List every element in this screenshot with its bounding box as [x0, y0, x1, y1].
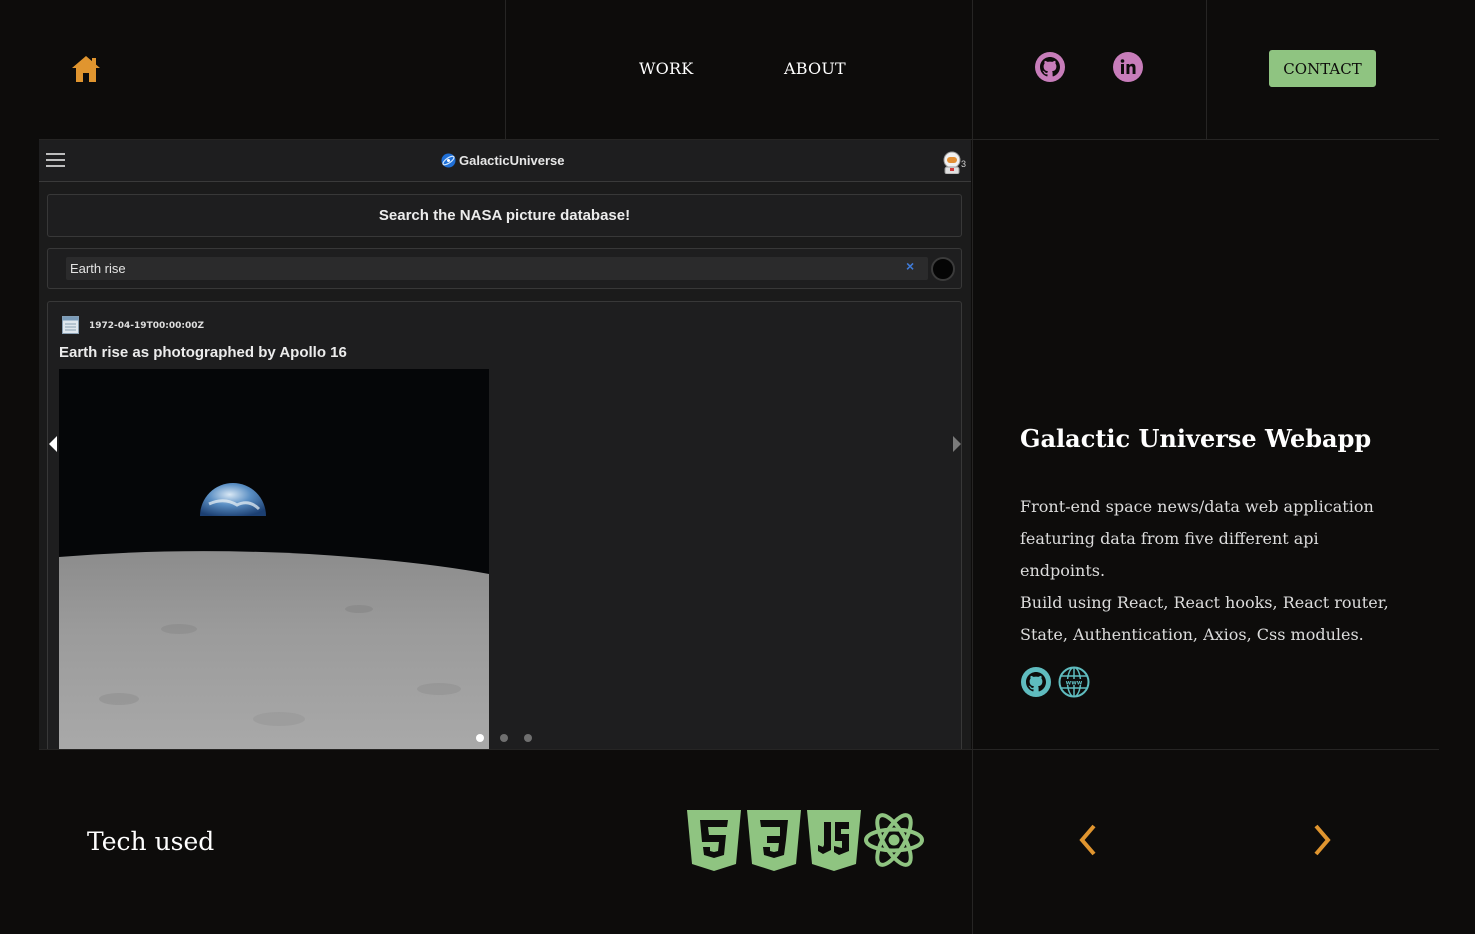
document-icon: [62, 316, 79, 334]
javascript-icon: [807, 810, 861, 871]
home-icon[interactable]: [70, 53, 102, 85]
tech-used-label: Tech used: [87, 827, 215, 856]
earthrise-photo: [59, 369, 489, 749]
search-input[interactable]: [66, 257, 928, 280]
project-title: Galactic Universe Webapp: [1020, 424, 1372, 453]
search-bar: ×: [47, 248, 962, 289]
github-repo-icon[interactable]: [1020, 666, 1052, 698]
github-icon[interactable]: [1034, 51, 1066, 83]
project-preview: GalacticUniverse 3 Search the NASA pictu…: [39, 140, 971, 749]
carousel-dot[interactable]: [500, 734, 508, 742]
nav-work-link[interactable]: WORK: [639, 59, 693, 78]
search-heading: Search the NASA picture database!: [47, 194, 962, 237]
menu-icon[interactable]: [46, 153, 65, 169]
result-card: 1972-04-19T00:00:00Z Earth rise as photo…: [47, 301, 962, 749]
globe-website-icon[interactable]: www: [1058, 666, 1090, 698]
react-icon: [864, 813, 924, 867]
next-project-icon[interactable]: [1310, 822, 1334, 858]
divider: [505, 0, 506, 140]
project-tech-description: Build using React, React hooks, React ro…: [1020, 593, 1389, 612]
app-bar: GalacticUniverse 3: [39, 140, 971, 182]
search-submit-button[interactable]: [931, 257, 955, 281]
clear-search-icon[interactable]: ×: [906, 258, 914, 274]
css3-icon: [747, 810, 801, 871]
result-date: 1972-04-19T00:00:00Z: [89, 321, 205, 331]
project-description: Front-end space news/data web applicatio…: [1020, 497, 1374, 516]
carousel-dot[interactable]: [476, 734, 484, 742]
divider: [972, 0, 973, 934]
carousel-next-icon[interactable]: [952, 435, 962, 453]
project-description: featuring data from five different api e…: [1020, 529, 1319, 580]
carousel-indicators: [476, 727, 548, 746]
html5-icon: [687, 810, 741, 871]
divider: [1206, 0, 1207, 140]
linkedin-icon[interactable]: [1112, 51, 1144, 83]
divider: [39, 749, 1439, 750]
result-title: Earth rise as photographed by Apollo 16: [59, 344, 347, 361]
app-title: GalacticUniverse: [459, 153, 565, 168]
galaxy-logo-icon: [441, 153, 456, 168]
svg-text:www: www: [1066, 679, 1083, 686]
carousel-dot[interactable]: [524, 734, 532, 742]
contact-button[interactable]: CONTACT: [1269, 50, 1376, 87]
project-tech-description: State, Authentication, Axios, Css module…: [1020, 625, 1364, 644]
nav-about-link[interactable]: ABOUT: [784, 59, 846, 78]
notification-count: 3: [961, 159, 967, 169]
carousel-prev-icon[interactable]: [48, 435, 58, 453]
previous-project-icon[interactable]: [1076, 822, 1100, 858]
